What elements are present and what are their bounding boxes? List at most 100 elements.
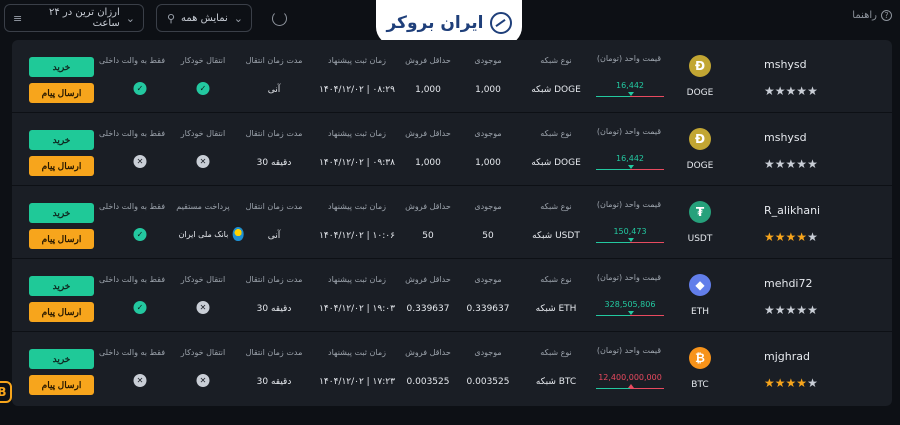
star-icon: ★ bbox=[796, 230, 808, 244]
seller-rating: ★★★★★ bbox=[764, 376, 818, 390]
logo-mark-icon bbox=[489, 11, 512, 34]
stock-value: 1,000 bbox=[475, 85, 501, 95]
network-value: شبکه DOGE bbox=[531, 158, 581, 168]
network-value: شبکه USDT bbox=[532, 231, 580, 241]
unit-price-value: 12,400,000,000 bbox=[598, 373, 662, 382]
price-box: 16,442 bbox=[596, 76, 664, 102]
bank-melli-icon bbox=[232, 227, 244, 241]
send-message-button[interactable]: ارسال پیام bbox=[29, 375, 94, 395]
seller-username[interactable]: mjghrad bbox=[764, 350, 810, 363]
unit-price-label: قیمت واحد (تومان) bbox=[596, 54, 662, 63]
help-icon: ? bbox=[881, 10, 892, 21]
direct-payment-label: پرداخت مستقیم bbox=[176, 202, 230, 211]
price-trend-line bbox=[596, 96, 664, 97]
triangle-down-icon bbox=[628, 311, 634, 315]
star-icon: ★ bbox=[796, 157, 808, 171]
offer-row: خرید ارسال پیام فقط به والت داخلی ✕ انتقال خ… bbox=[12, 334, 892, 406]
ethereum-icon: ◆ bbox=[689, 274, 711, 296]
auto-transfer-label: انتقال خودکار bbox=[180, 275, 226, 284]
unit-price-label: قیمت واحد (تومان) bbox=[596, 200, 662, 209]
unit-price-label: قیمت واحد (تومان) bbox=[596, 273, 662, 282]
buy-button[interactable]: خرید bbox=[29, 57, 94, 77]
star-icon: ★ bbox=[807, 376, 818, 390]
bank-cell: بانک ملی ایران bbox=[179, 227, 244, 241]
star-icon: ★ bbox=[774, 230, 786, 244]
unit-price-value: 150,473 bbox=[613, 227, 647, 236]
star-icon: ★ bbox=[807, 157, 818, 171]
star-icon: ★ bbox=[774, 84, 786, 98]
price-box: 12,400,000,000 bbox=[596, 368, 664, 394]
sort-dropdown[interactable]: ⌄ ارزان ترین در ۲۴ ساعت ≡ bbox=[4, 4, 144, 32]
transfer-time-value: 30 دقیقه bbox=[256, 304, 292, 314]
brand-logo[interactable]: ایران بروکر bbox=[376, 0, 522, 45]
network-label: نوع شبکه bbox=[540, 275, 572, 284]
star-icon: ★ bbox=[807, 303, 818, 317]
bitcoin-side-icon[interactable]: B bbox=[0, 381, 12, 403]
stock-label: موجودی bbox=[474, 202, 502, 211]
seller-username[interactable]: mehdi72 bbox=[764, 277, 813, 290]
guide-label: راهنما bbox=[852, 10, 877, 21]
offers-list: خرید ارسال پیام فقط به والت داخلی ✓ انتقال خ… bbox=[12, 40, 892, 406]
min-sale-label: حداقل فروش bbox=[405, 348, 451, 357]
transfer-time-value: 30 دقیقه bbox=[256, 377, 292, 387]
triangle-down-icon bbox=[628, 92, 634, 96]
offer-time-label: زمان ثبت پیشنهاد bbox=[328, 129, 386, 138]
unit-price-value: 328,505,806 bbox=[604, 300, 656, 309]
transfer-time-label: مدت زمان انتقال bbox=[245, 348, 303, 357]
seller-rating: ★★★★★ bbox=[764, 84, 818, 98]
min-sale-value: 50 bbox=[422, 231, 434, 241]
send-message-button[interactable]: ارسال پیام bbox=[29, 156, 94, 176]
chevron-down-icon: ⌄ bbox=[125, 11, 135, 25]
sort-label: ارزان ترین در ۲۴ ساعت bbox=[48, 7, 120, 29]
stock-value: 0.339637 bbox=[466, 304, 510, 314]
triangle-down-icon bbox=[628, 238, 634, 242]
network-label: نوع شبکه bbox=[540, 129, 572, 138]
send-message-button[interactable]: ارسال پیام bbox=[29, 302, 94, 322]
coin-symbol: BTC bbox=[691, 380, 709, 390]
coin-symbol: DOGE bbox=[686, 88, 714, 98]
filter-icon: ⚲ bbox=[166, 11, 176, 25]
seller-username[interactable]: mshysd bbox=[764, 58, 807, 71]
logo-text: ایران بروکر bbox=[386, 12, 484, 33]
buy-button[interactable]: خرید bbox=[29, 130, 94, 150]
stock-value: 50 bbox=[482, 231, 494, 241]
min-sale-label: حداقل فروش bbox=[405, 202, 451, 211]
star-icon: ★ bbox=[796, 303, 808, 317]
transfer-time-label: مدت زمان انتقال bbox=[245, 129, 303, 138]
refresh-icon[interactable] bbox=[272, 11, 287, 26]
bitcoin-icon: ₿ bbox=[689, 347, 711, 369]
offer-time-label: زمان ثبت پیشنهاد bbox=[328, 275, 386, 284]
star-icon: ★ bbox=[785, 230, 797, 244]
network-value: شبکه DOGE bbox=[531, 85, 581, 95]
network-label: نوع شبکه bbox=[540, 56, 572, 65]
cross-icon: ✕ bbox=[133, 374, 147, 387]
guide-link[interactable]: راهنما ? bbox=[852, 10, 892, 21]
send-message-button[interactable]: ارسال پیام bbox=[29, 83, 94, 103]
show-filter-label: نمایش همه bbox=[181, 12, 228, 24]
dogecoin-icon: Ð bbox=[689, 128, 711, 150]
buy-button[interactable]: خرید bbox=[29, 349, 94, 369]
stock-value: 0.003525 bbox=[466, 377, 510, 387]
star-icon: ★ bbox=[764, 303, 775, 317]
seller-username[interactable]: R_alikhani bbox=[764, 204, 820, 217]
internal-wallet-label: فقط به والت داخلی bbox=[98, 129, 166, 138]
offer-time-label: زمان ثبت پیشنهاد bbox=[328, 348, 386, 357]
star-icon: ★ bbox=[774, 376, 786, 390]
send-message-button[interactable]: ارسال پیام bbox=[29, 229, 94, 249]
min-sale-label: حداقل فروش bbox=[405, 129, 451, 138]
min-sale-value: 1,000 bbox=[415, 85, 441, 95]
coin-symbol: DOGE bbox=[686, 161, 714, 171]
triangle-up-icon bbox=[628, 384, 634, 388]
seller-username[interactable]: mshysd bbox=[764, 131, 807, 144]
offer-time-value: ۱۴۰۴/۱۲/۰۲ | ۱۹:۰۳ bbox=[319, 304, 395, 314]
offer-time-value: ۱۴۰۴/۱۲/۰۲ | ۰۸:۲۹ bbox=[319, 85, 395, 95]
buy-button[interactable]: خرید bbox=[29, 276, 94, 296]
offer-row: خرید ارسال پیام فقط به والت داخلی ✕ انتقال خ… bbox=[12, 115, 892, 186]
price-trend-line bbox=[596, 388, 664, 389]
chevron-down-icon: ⌄ bbox=[233, 11, 243, 25]
internal-wallet-label: فقط به والت داخلی bbox=[98, 348, 166, 357]
show-filter-dropdown[interactable]: ⌄ نمایش همه ⚲ bbox=[156, 4, 252, 32]
price-trend-line bbox=[596, 169, 664, 170]
buy-button[interactable]: خرید bbox=[29, 203, 94, 223]
seller-rating: ★★★★★ bbox=[764, 157, 818, 171]
